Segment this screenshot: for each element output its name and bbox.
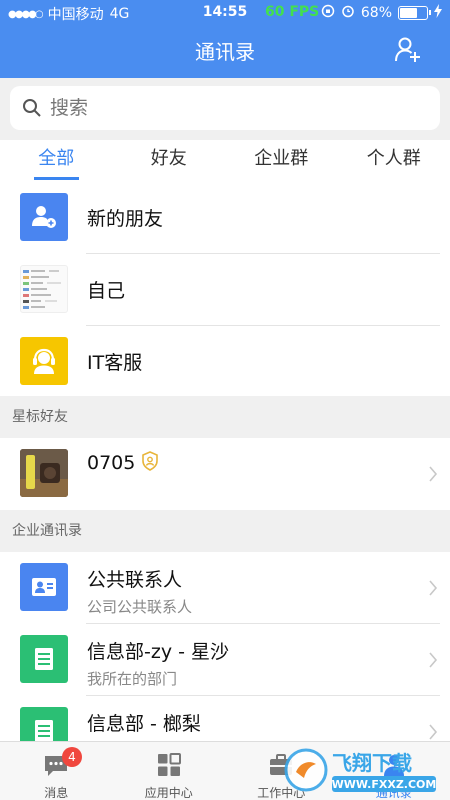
filter-tabs: 全部 好友 企业群 个人群: [0, 140, 450, 184]
chevron-right-icon: [429, 580, 438, 596]
row-title: 信息部-zy - 星沙: [87, 641, 230, 663]
search-bar[interactable]: [10, 86, 440, 130]
contact-card-icon: [20, 563, 68, 611]
section-header-enterprise: 企业通讯录: [0, 510, 450, 552]
battery-percent: 68%: [360, 5, 392, 21]
starred-list: 0705: [0, 438, 450, 510]
new-friend-icon: [20, 193, 68, 241]
list-item-it-support[interactable]: IT客服: [0, 326, 450, 398]
chevron-right-icon: [429, 466, 438, 482]
row-title: 信息部 - 榔梨: [87, 713, 201, 735]
tab-work-center[interactable]: 工作中心: [225, 742, 338, 800]
top-navigation-bar: ●●●●○ 中国移动 4G 14:55 60 FPS 68% 通讯录: [0, 0, 450, 78]
tab-personal-groups[interactable]: 个人群: [338, 140, 450, 184]
enterprise-list: 公共联系人 公司公共联系人 信息部-zy - 星沙 我所在的部门 信息部 - 榔…: [0, 552, 450, 768]
department-list-icon: [20, 635, 68, 683]
app-grid-icon: [157, 753, 181, 776]
chevron-right-icon: [429, 652, 438, 668]
list-item-starred-friend[interactable]: 0705: [0, 438, 450, 510]
alarm-icon: [341, 4, 355, 22]
top-list: 新的朋友 自己 IT客服: [0, 182, 450, 398]
tab-contacts[interactable]: 通讯录: [338, 742, 450, 800]
tab-label: 应用中心: [144, 786, 193, 800]
row-subtitle: 公司公共联系人: [87, 598, 193, 616]
search-area: [0, 78, 450, 140]
tab-friends[interactable]: 好友: [113, 140, 226, 184]
briefcase-icon: [270, 754, 293, 775]
list-item-public-contacts[interactable]: 公共联系人 公司公共联系人: [0, 552, 450, 624]
lock-rotation-icon: [321, 4, 335, 22]
search-icon: [23, 99, 41, 117]
tab-label: 消息: [44, 786, 69, 800]
section-header-starred: 星标好友: [0, 396, 450, 438]
row-label: 新的朋友: [87, 208, 164, 230]
tab-enterprise-groups[interactable]: 企业群: [225, 140, 338, 184]
charging-icon: [434, 4, 442, 22]
page-title: 通讯录: [195, 40, 255, 64]
row-label: IT客服: [87, 352, 143, 374]
row-label: 0705: [87, 452, 136, 474]
chevron-right-icon: [429, 724, 438, 740]
unread-badge: 4: [62, 747, 82, 767]
battery-icon: [398, 6, 431, 20]
support-headset-icon: [20, 337, 68, 385]
contacts-icon: [383, 755, 404, 776]
verified-shield-icon: [141, 451, 159, 475]
list-item-new-friends[interactable]: 新的朋友: [0, 182, 450, 254]
row-title: 公共联系人: [87, 569, 183, 591]
list-item-department-xingsha[interactable]: 信息部-zy - 星沙 我所在的部门: [0, 624, 450, 696]
add-user-icon[interactable]: [394, 36, 422, 64]
tab-messages[interactable]: 4 消息: [0, 742, 113, 800]
row-label: 自己: [87, 280, 126, 302]
tab-all[interactable]: 全部: [0, 140, 113, 184]
friend-avatar: [20, 449, 68, 497]
fps-counter: 60 FPS: [265, 4, 320, 20]
bottom-tab-bar: 4 消息 应用中心 工作中心 通讯录: [0, 741, 450, 800]
self-avatar-thumbnail: [20, 265, 68, 313]
tab-label: 工作中心: [257, 786, 306, 800]
search-input[interactable]: [50, 97, 410, 119]
status-bar: ●●●●○ 中国移动 4G 14:55 60 FPS 68%: [0, 0, 450, 26]
row-subtitle: 我所在的部门: [87, 670, 178, 688]
tab-app-center[interactable]: 应用中心: [113, 742, 226, 800]
list-item-self[interactable]: 自己: [0, 254, 450, 326]
tab-label: 通讯录: [375, 786, 412, 800]
